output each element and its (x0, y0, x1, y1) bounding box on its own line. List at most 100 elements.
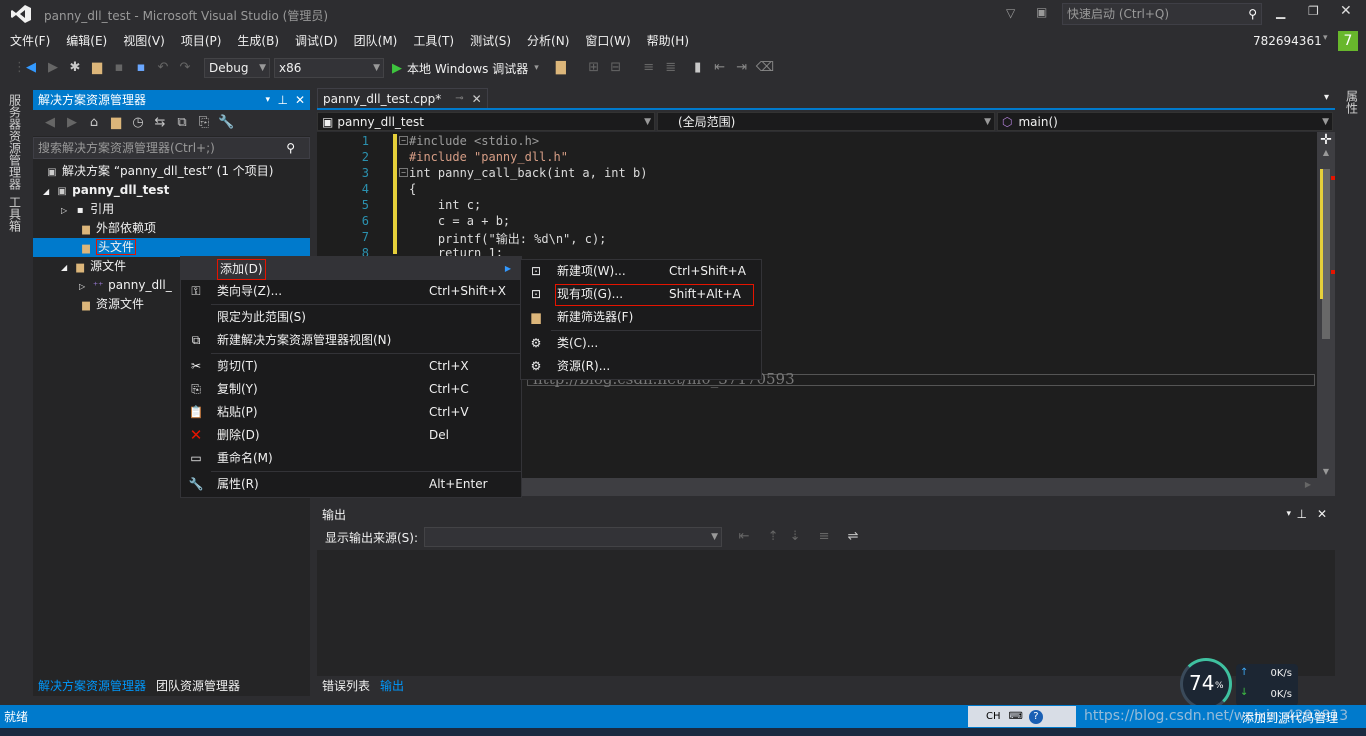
feedback-icon[interactable]: ▣ (1036, 5, 1047, 19)
tree-solution[interactable]: ▣ 解决方案 “panny_dll_test” (1 个项目) (33, 162, 310, 181)
pin-icon[interactable]: ⊥ (1297, 507, 1307, 521)
tab-panny-dll-test-cpp[interactable]: panny_dll_test.cpp* ⊸ ✕ (317, 88, 488, 108)
scroll-thumb[interactable] (1320, 169, 1330, 339)
properties-tab[interactable]: 属性 (1344, 90, 1361, 114)
maximize-button[interactable]: ❐ (1308, 4, 1319, 18)
word-wrap-icon[interactable]: ⇌ (845, 529, 861, 545)
menu-help[interactable]: 帮助(H) (639, 30, 697, 52)
solution-explorer-search-input[interactable]: 搜索解决方案资源管理器(Ctrl+;) ⚲ (33, 137, 310, 159)
submenu-item-new-item[interactable]: ⊡ 新建项(W)... Ctrl+Shift+A (521, 260, 761, 283)
ime-indicator[interactable]: CH (986, 711, 1001, 722)
source-control-status[interactable]: 添加到源代码管理 (1242, 709, 1338, 726)
menu-item-properties[interactable]: 🔧 属性(R) Alt+Enter (181, 473, 521, 496)
nav-member-select[interactable]: ⬡ main() ▼ (997, 112, 1333, 131)
save-icon[interactable]: ▪ (111, 60, 127, 76)
show-all-files-icon[interactable]: ⎘ (196, 115, 212, 131)
filter-icon[interactable]: ▽ (1006, 6, 1015, 20)
collapse-icon[interactable]: − (399, 136, 408, 145)
start-debug-button[interactable]: ▶ 本地 Windows 调试器 ▾ (392, 60, 539, 77)
toolbox-tab[interactable]: 工具箱 (7, 196, 24, 232)
menu-item-rename[interactable]: ▭ 重命名(M) (181, 447, 521, 470)
menu-item-add[interactable]: 添加(D) ▶ (181, 257, 521, 280)
sync-icon[interactable]: ⇆ (152, 115, 168, 131)
keyboard-icon[interactable]: ⌨ (1009, 711, 1023, 722)
menu-debug[interactable]: 调试(D) (287, 30, 346, 52)
menu-file[interactable]: 文件(F) (2, 30, 58, 52)
clear-all-icon[interactable]: ≡ (816, 529, 832, 545)
menu-project[interactable]: 项目(P) (173, 30, 230, 52)
split-icon[interactable]: ✛ (1317, 132, 1335, 148)
menu-item-delete[interactable]: ✕ 删除(D) Del (181, 424, 521, 447)
close-icon[interactable]: ✕ (1317, 507, 1327, 521)
menu-item-paste[interactable]: 📋 粘贴(P) Ctrl+V (181, 401, 521, 424)
scroll-down-arrow[interactable]: ▼ (1317, 467, 1335, 476)
outline-icon[interactable]: ⊞ (586, 60, 602, 76)
switch-views-icon[interactable]: ▆ (108, 115, 124, 131)
close-button[interactable]: ✕ (1340, 3, 1352, 19)
editor-vertical-scrollbar[interactable]: ✛ ▲ ▼ (1317, 132, 1335, 478)
scroll-up-arrow[interactable]: ▲ (1317, 148, 1335, 157)
help-icon[interactable]: ? (1028, 709, 1043, 724)
undo-icon[interactable]: ↶ (155, 60, 171, 76)
submenu-item-resource[interactable]: ⚙ 资源(R)... (521, 355, 761, 378)
menu-item-class-wizard[interactable]: ⚿ 类向导(Z)... Ctrl+Shift+X (181, 280, 521, 303)
menu-edit[interactable]: 编辑(E) (58, 30, 115, 52)
config-select[interactable]: Debug ▼ (204, 58, 270, 78)
submenu-item-class[interactable]: ⚙ 类(C)... (521, 332, 761, 355)
find-in-files-icon[interactable]: ▇ (553, 60, 569, 76)
open-file-icon[interactable]: ▆ (89, 60, 105, 76)
tab-team-explorer[interactable]: 团队资源管理器 (151, 677, 245, 696)
save-all-icon[interactable]: ▪ (133, 60, 149, 76)
notification-badge[interactable]: 7 (1338, 31, 1358, 51)
submenu-item-existing-item[interactable]: ⊡ 现有项(G)... Shift+Alt+A (521, 283, 761, 306)
dropdown-icon[interactable]: ▾ (265, 90, 270, 110)
user-name[interactable]: 782694361 (1253, 34, 1322, 48)
close-icon[interactable]: ✕ (472, 92, 482, 106)
dropdown-icon[interactable]: ▾ (1286, 509, 1291, 519)
nav-project-select[interactable]: ▣ panny_dll_test ▼ (317, 112, 655, 131)
close-icon[interactable]: ✕ (295, 90, 305, 110)
home-icon[interactable]: ⌂ (86, 115, 102, 131)
collapse-icon[interactable]: − (399, 168, 408, 177)
tree-header-files[interactable]: ▆ 头文件 (33, 238, 310, 257)
collapse-all-icon[interactable]: ⧉ (174, 115, 190, 131)
menu-analyze[interactable]: 分析(N) (519, 30, 577, 52)
menu-team[interactable]: 团队(M) (346, 30, 406, 52)
chevron-down-icon[interactable]: ▾ (1323, 33, 1328, 43)
menu-test[interactable]: 测试(S) (462, 30, 519, 52)
find-message-icon[interactable]: ⇤ (736, 529, 752, 545)
clear-bookmark-icon[interactable]: ⌫ (756, 60, 774, 76)
server-explorer-tab[interactable]: 服务器资源管理器 (7, 94, 24, 190)
forward-icon[interactable]: ▶ (64, 115, 80, 131)
tree-references[interactable]: ▷ ▪ 引用 (33, 200, 310, 219)
new-project-icon[interactable]: ✱ (67, 60, 83, 76)
nav-scope-select[interactable]: (全局范围) ▼ (657, 112, 995, 131)
forward-icon[interactable]: ▶ (45, 60, 61, 76)
comment-icon[interactable]: ≡ (641, 60, 657, 76)
tree-project[interactable]: ◢ ▣ panny_dll_test (33, 181, 310, 200)
menu-item-scope-to-this[interactable]: 限定为此范围(S) (181, 306, 521, 329)
menu-item-copy[interactable]: ⎘ 复制(Y) Ctrl+C (181, 378, 521, 401)
menu-item-new-view[interactable]: ⧉ 新建解决方案资源管理器视图(N) (181, 329, 521, 352)
history-icon[interactable]: ◷ (130, 115, 146, 131)
menu-tools[interactable]: 工具(T) (405, 30, 462, 52)
minimize-button[interactable]: ▁ (1276, 5, 1285, 19)
redo-icon[interactable]: ↷ (177, 60, 193, 76)
menu-view[interactable]: 视图(V) (115, 30, 173, 52)
tab-error-list[interactable]: 错误列表 (317, 677, 375, 696)
prev-message-icon[interactable]: ⇡ (765, 529, 781, 545)
tree-external-deps[interactable]: ▆ 外部依赖项 (33, 219, 310, 238)
tab-overflow-icon[interactable]: ▾ (1324, 92, 1329, 103)
next-message-icon[interactable]: ⇣ (787, 529, 803, 545)
menu-item-cut[interactable]: ✂ 剪切(T) Ctrl+X (181, 355, 521, 378)
properties-wrench-icon[interactable]: 🔧 (218, 115, 234, 131)
indent-icon[interactable]: ⊟ (608, 60, 624, 76)
platform-select[interactable]: x86 ▼ (274, 58, 384, 78)
bookmark-icon[interactable]: ▮ (690, 60, 706, 76)
menu-build[interactable]: 生成(B) (229, 30, 287, 52)
tab-solution-explorer[interactable]: 解决方案资源管理器 (33, 677, 151, 696)
tab-output[interactable]: 输出 (375, 677, 409, 696)
output-source-select[interactable]: ▼ (424, 527, 723, 547)
submenu-item-new-filter[interactable]: ▆ 新建筛选器(F) (521, 306, 761, 329)
quick-launch-input[interactable]: 快速启动 (Ctrl+Q) ⚲ (1062, 3, 1262, 25)
